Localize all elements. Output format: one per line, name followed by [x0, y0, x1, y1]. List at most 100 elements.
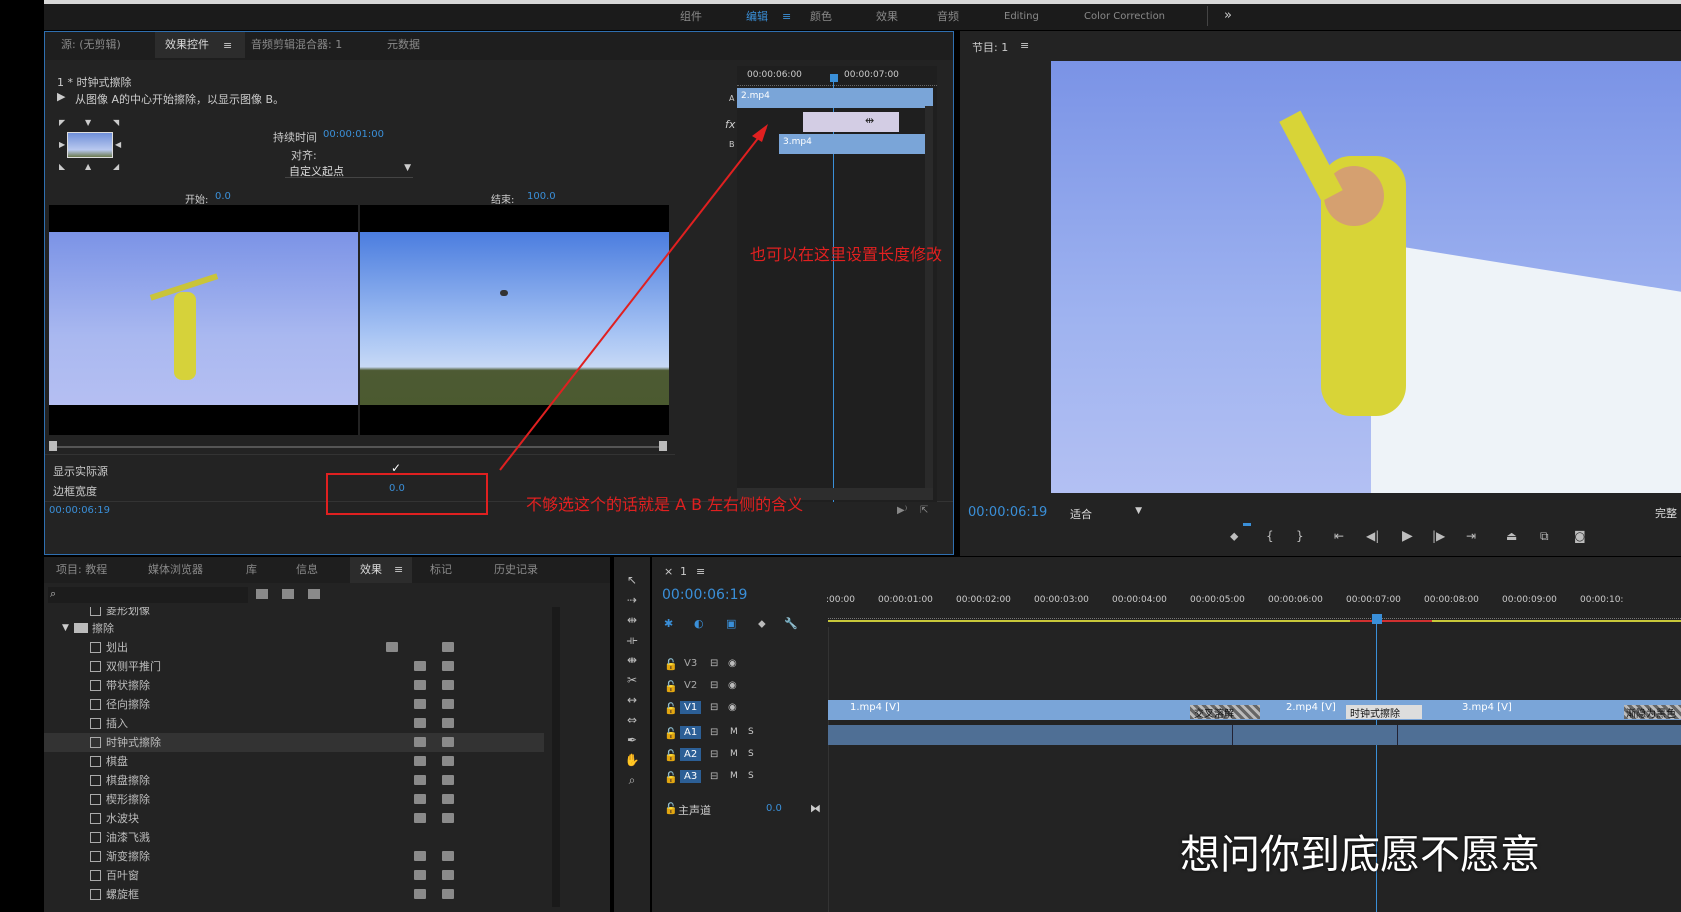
- transition-fade-to-black[interactable]: 渐隐为黑色: [1624, 705, 1681, 719]
- eye-icon[interactable]: ◉: [728, 680, 737, 691]
- solo-button[interactable]: S: [748, 771, 754, 781]
- add-marker-icon[interactable]: ⬥: [1230, 529, 1238, 544]
- list-item[interactable]: 插入: [44, 714, 544, 733]
- lock-icon[interactable]: 🔓: [664, 727, 678, 740]
- list-item[interactable]: 油漆飞溅: [44, 828, 544, 847]
- slide-tool-icon[interactable]: ⇔: [620, 713, 644, 729]
- ripple-edit-tool-icon[interactable]: ⇹: [620, 613, 644, 629]
- tab-info[interactable]: 信息: [296, 557, 318, 583]
- lock-icon[interactable]: 🔓: [664, 802, 678, 815]
- sync-lock-icon[interactable]: ⊟: [710, 658, 718, 669]
- transition-cross-dissolve[interactable]: 交叉溶解: [1190, 705, 1260, 720]
- snap-icon[interactable]: ✱: [664, 617, 673, 630]
- zoom-tool-icon[interactable]: ⌕: [620, 773, 644, 789]
- sync-lock-icon[interactable]: ⊟: [710, 727, 718, 738]
- tab-menu-icon[interactable]: ≡: [394, 563, 403, 576]
- transition-clock-wipe[interactable]: 时钟式擦除: [1346, 705, 1422, 720]
- list-item[interactable]: 划出: [44, 638, 544, 657]
- timeline-close-icon[interactable]: ×: [664, 565, 673, 578]
- sync-lock-icon[interactable]: ⊟: [710, 680, 718, 691]
- timeline-timecode[interactable]: 00:00:06:19: [662, 587, 747, 603]
- solo-button[interactable]: S: [748, 749, 754, 759]
- wrench-icon[interactable]: 🔧: [784, 617, 798, 630]
- track-target-v2[interactable]: V2: [680, 679, 701, 692]
- a1-audio-clip[interactable]: [828, 725, 1681, 745]
- list-item[interactable]: 双侧平推门: [44, 657, 544, 676]
- master-value[interactable]: 0.0: [766, 803, 782, 814]
- track-target-v1[interactable]: V1: [680, 701, 702, 714]
- mark-out-icon[interactable]: }: [1296, 529, 1304, 543]
- work-area-bar[interactable]: [828, 620, 1681, 622]
- list-item[interactable]: 水波块: [44, 809, 544, 828]
- sync-lock-icon[interactable]: ⊟: [710, 749, 718, 760]
- sync-lock-icon[interactable]: ⊟: [710, 771, 718, 782]
- go-to-in-icon[interactable]: ⇤: [1334, 529, 1344, 543]
- timeline-playhead-handle[interactable]: [1372, 614, 1382, 624]
- yuv-filter-icon[interactable]: [308, 589, 320, 599]
- lock-icon[interactable]: 🔓: [664, 749, 678, 762]
- play-icon[interactable]: ▶: [1402, 528, 1413, 544]
- folder-wipe[interactable]: ▼ 擦除: [44, 619, 610, 638]
- program-timecode[interactable]: 00:00:06:19: [968, 505, 1047, 520]
- track-target-a1[interactable]: A1: [680, 726, 702, 739]
- slip-tool-icon[interactable]: ↔: [620, 693, 644, 709]
- tab-libraries[interactable]: 库: [246, 557, 257, 583]
- solo-button[interactable]: S: [748, 727, 754, 737]
- track-target-a2[interactable]: A2: [680, 748, 702, 761]
- lift-icon[interactable]: ⏏: [1506, 529, 1517, 543]
- track-target-a3[interactable]: A3: [680, 770, 702, 783]
- add-marker-icon[interactable]: ⬥: [758, 617, 766, 631]
- lock-icon[interactable]: 🔓: [664, 680, 678, 693]
- camera-icon[interactable]: ◙: [1574, 529, 1586, 543]
- sequence-tab[interactable]: 1: [680, 565, 687, 578]
- quality-dropdown[interactable]: 完整: [1655, 505, 1677, 521]
- 32bit-filter-icon[interactable]: [282, 589, 294, 599]
- list-item[interactable]: 棋盘擦除: [44, 771, 544, 790]
- list-item[interactable]: 渐变擦除: [44, 847, 544, 866]
- hand-tool-icon[interactable]: ✋: [620, 753, 644, 769]
- go-to-out-icon[interactable]: ⇥: [1466, 529, 1476, 543]
- track-select-tool-icon[interactable]: ⇢: [620, 593, 644, 609]
- effects-scrollbar[interactable]: [552, 607, 560, 907]
- clip-1-video[interactable]: 1.mp4 [V]: [828, 700, 1181, 720]
- list-item[interactable]: 楔形擦除: [44, 790, 544, 809]
- timeline-ruler[interactable]: :00:00 00:00:01:00 00:00:02:00 00:00:03:00 0…: [826, 593, 1681, 619]
- linked-selection-icon[interactable]: ◐: [694, 617, 704, 630]
- razor-tool-icon[interactable]: ✂: [620, 673, 644, 689]
- list-item[interactable]: 棋盘: [44, 752, 544, 771]
- rolling-edit-tool-icon[interactable]: ⟛: [620, 633, 644, 649]
- list-item[interactable]: 螺旋框: [44, 885, 544, 904]
- rate-stretch-tool-icon[interactable]: ⇼: [620, 653, 644, 669]
- tab-project[interactable]: 项目: 教程: [56, 557, 107, 583]
- mark-in-icon[interactable]: {: [1266, 529, 1274, 543]
- step-back-icon[interactable]: ◀|: [1366, 529, 1379, 543]
- tab-menu-icon[interactable]: ≡: [696, 565, 705, 578]
- list-item[interactable]: 百叶窗: [44, 866, 544, 885]
- track-target-v3[interactable]: V3: [680, 657, 701, 670]
- mute-button[interactable]: M: [730, 727, 738, 737]
- eye-icon[interactable]: ◉: [728, 658, 737, 669]
- mute-button[interactable]: M: [730, 771, 738, 781]
- list-item[interactable]: 带状擦除: [44, 676, 544, 695]
- lock-icon[interactable]: 🔓: [664, 702, 678, 715]
- tab-media-browser[interactable]: 媒体浏览器: [148, 557, 203, 583]
- mute-button[interactable]: M: [730, 749, 738, 759]
- sync-lock-icon[interactable]: ⊟: [710, 702, 718, 713]
- tab-markers[interactable]: 标记: [430, 557, 452, 583]
- step-forward-icon[interactable]: |▶: [1432, 529, 1445, 543]
- lock-icon[interactable]: 🔓: [664, 771, 678, 784]
- lock-icon[interactable]: 🔓: [664, 658, 678, 671]
- effects-search-input[interactable]: ⌕: [48, 587, 248, 603]
- list-item[interactable]: 径向擦除: [44, 695, 544, 714]
- extract-icon[interactable]: ⧉: [1540, 529, 1549, 544]
- pen-tool-icon[interactable]: ✒: [620, 733, 644, 749]
- tab-history[interactable]: 历史记录: [494, 557, 538, 583]
- insert-overwrite-icon[interactable]: ▣: [726, 617, 736, 630]
- go-to-end-icon[interactable]: ⧓: [810, 802, 821, 815]
- eye-icon[interactable]: ◉: [728, 702, 737, 713]
- list-item[interactable]: 时钟式擦除: [44, 733, 544, 752]
- accelerated-filter-icon[interactable]: [256, 589, 268, 599]
- panel-menu-icon[interactable]: ≡: [1020, 39, 1029, 52]
- selection-tool-icon[interactable]: ↖: [620, 573, 644, 589]
- zoom-dropdown[interactable]: 适合 ▼: [1066, 505, 1146, 521]
